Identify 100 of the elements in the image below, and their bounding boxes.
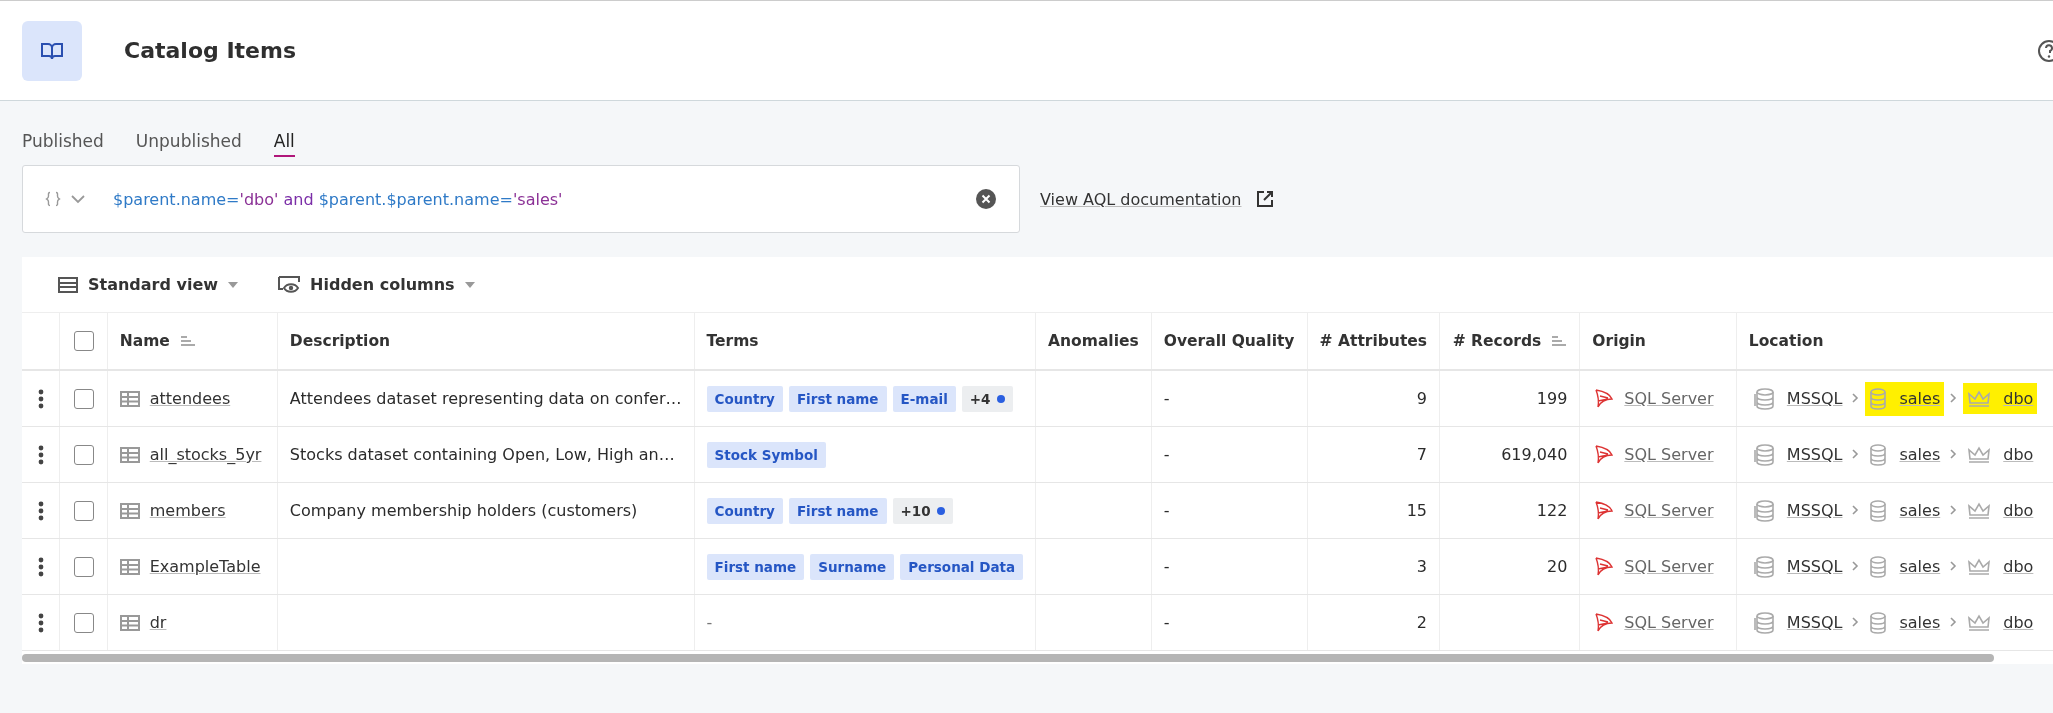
hidden-columns-selector[interactable]: Hidden columns — [272, 274, 481, 295]
term-tag[interactable]: Personal Data — [900, 553, 1024, 580]
location-link[interactable]: MSSQL — [1786, 613, 1843, 632]
database-icon — [1869, 555, 1888, 578]
row-checkbox[interactable] — [73, 444, 94, 465]
database-stack-icon — [1752, 387, 1775, 410]
more-terms-tag[interactable]: +10 — [892, 497, 953, 524]
documentation-link[interactable]: View AQL documentation — [1040, 189, 1274, 209]
term-tag[interactable]: Country — [706, 497, 783, 524]
column-header: Location — [1748, 332, 1824, 350]
sql-server-logo-icon — [1592, 555, 1615, 578]
quality-value: - — [1163, 557, 1170, 576]
records-count: 122 — [1536, 501, 1568, 520]
table-icon — [119, 502, 140, 519]
table-icon — [119, 446, 140, 463]
column-header: Overall Quality — [1163, 332, 1295, 350]
column-header: Name — [119, 332, 170, 350]
more-options-icon[interactable] — [37, 500, 44, 521]
more-terms-tag[interactable]: +4 — [961, 385, 1013, 412]
origin-link[interactable]: SQL Server — [1624, 389, 1714, 408]
term-tag[interactable]: E-mail — [892, 385, 956, 412]
chevron-down-icon[interactable] — [71, 194, 85, 204]
crown-icon — [1967, 389, 1992, 408]
term-tag[interactable]: First name — [788, 497, 887, 524]
page-title: Catalog Items — [124, 38, 297, 63]
location-link[interactable]: MSSQL — [1786, 557, 1843, 576]
more-options-icon[interactable] — [37, 556, 44, 577]
filter-tab[interactable]: All — [273, 131, 295, 157]
column-header: # Attributes — [1319, 332, 1428, 350]
more-options-icon[interactable] — [37, 388, 44, 409]
view-selector[interactable]: Standard view — [52, 274, 245, 295]
clear-icon[interactable] — [975, 188, 997, 210]
item-name-link[interactable]: ExampleTable — [149, 557, 261, 576]
column-header: Description — [289, 332, 391, 350]
location-link[interactable]: MSSQL — [1786, 501, 1843, 520]
location-link[interactable]: sales — [1899, 501, 1941, 520]
eye-icon — [278, 275, 301, 294]
origin-link[interactable]: SQL Server — [1624, 501, 1714, 520]
item-name-link[interactable]: attendees — [149, 389, 231, 408]
query-field[interactable]: $parent.name='dbo' and $parent.$parent.name='sales' — [22, 165, 1020, 233]
location-link[interactable]: dbo — [2003, 501, 2034, 520]
term-tag[interactable]: Country — [706, 385, 783, 412]
location-link[interactable]: MSSQL — [1786, 389, 1843, 408]
attributes-count: 15 — [1406, 501, 1428, 520]
item-name-link[interactable]: dr — [149, 613, 167, 632]
row-checkbox[interactable] — [73, 500, 94, 521]
quality-value: - — [1163, 613, 1170, 632]
description-text: Company membership holders (customers) — [289, 501, 638, 520]
location-link[interactable]: sales — [1899, 557, 1941, 576]
location-link[interactable]: dbo — [2003, 613, 2034, 632]
quality-value: - — [1163, 501, 1170, 520]
origin-link[interactable]: SQL Server — [1624, 613, 1714, 632]
location-link[interactable]: sales — [1899, 389, 1941, 408]
origin-link[interactable]: SQL Server — [1624, 557, 1714, 576]
description-text: Stocks dataset containing Open, Low, High an… — [289, 445, 675, 464]
location-link[interactable]: sales — [1899, 445, 1941, 464]
row-checkbox[interactable] — [73, 388, 94, 409]
row-checkbox[interactable] — [73, 556, 94, 577]
records-count: 619,040 — [1501, 445, 1568, 464]
term-tag[interactable]: Stock Symbol — [706, 441, 826, 468]
sql-server-logo-icon — [1592, 611, 1615, 634]
location-link[interactable]: MSSQL — [1786, 445, 1843, 464]
external-link-icon — [1255, 190, 1274, 208]
crown-icon — [1967, 501, 1992, 520]
sort-icon[interactable] — [179, 335, 196, 347]
location-link[interactable]: sales — [1899, 613, 1941, 632]
location-link[interactable]: dbo — [2003, 389, 2034, 408]
filter-tab[interactable]: Published — [22, 131, 104, 157]
description-text: Attendees dataset representing data on confer… — [289, 389, 682, 408]
more-options-icon[interactable] — [37, 444, 44, 465]
row-checkbox[interactable] — [73, 612, 94, 633]
crown-icon — [1967, 445, 1992, 464]
list-icon — [58, 276, 78, 293]
select-all-checkbox[interactable] — [73, 331, 94, 351]
location-link[interactable]: dbo — [2003, 557, 2034, 576]
column-header: Anomalies — [1048, 332, 1139, 350]
database-stack-icon — [1752, 499, 1775, 522]
more-options-icon[interactable] — [37, 612, 44, 633]
term-tag[interactable]: First name — [788, 385, 887, 412]
database-icon — [1869, 387, 1888, 410]
quality-value: - — [1163, 445, 1170, 464]
item-name-link[interactable]: members — [149, 501, 226, 520]
empty-value: - — [706, 613, 713, 632]
item-name-link[interactable]: all_stocks_5yr — [149, 445, 262, 464]
quality-value: - — [1163, 389, 1170, 408]
filter-tab[interactable]: Unpublished — [135, 131, 242, 157]
location-link[interactable]: dbo — [2003, 445, 2034, 464]
records-count: 20 — [1546, 557, 1568, 576]
sql-server-logo-icon — [1592, 499, 1615, 522]
book-icon — [40, 40, 64, 61]
caret-icon — [228, 281, 239, 288]
column-header: Origin — [1592, 332, 1646, 350]
scrollbar-thumb[interactable] — [22, 654, 1994, 662]
sort-icon[interactable] — [1551, 335, 1568, 347]
attributes-count: 3 — [1416, 557, 1428, 576]
crown-icon — [1967, 557, 1992, 576]
caret-icon — [464, 281, 475, 288]
origin-link[interactable]: SQL Server — [1624, 445, 1714, 464]
term-tag[interactable]: Surname — [810, 553, 895, 580]
term-tag[interactable]: First name — [706, 553, 805, 580]
